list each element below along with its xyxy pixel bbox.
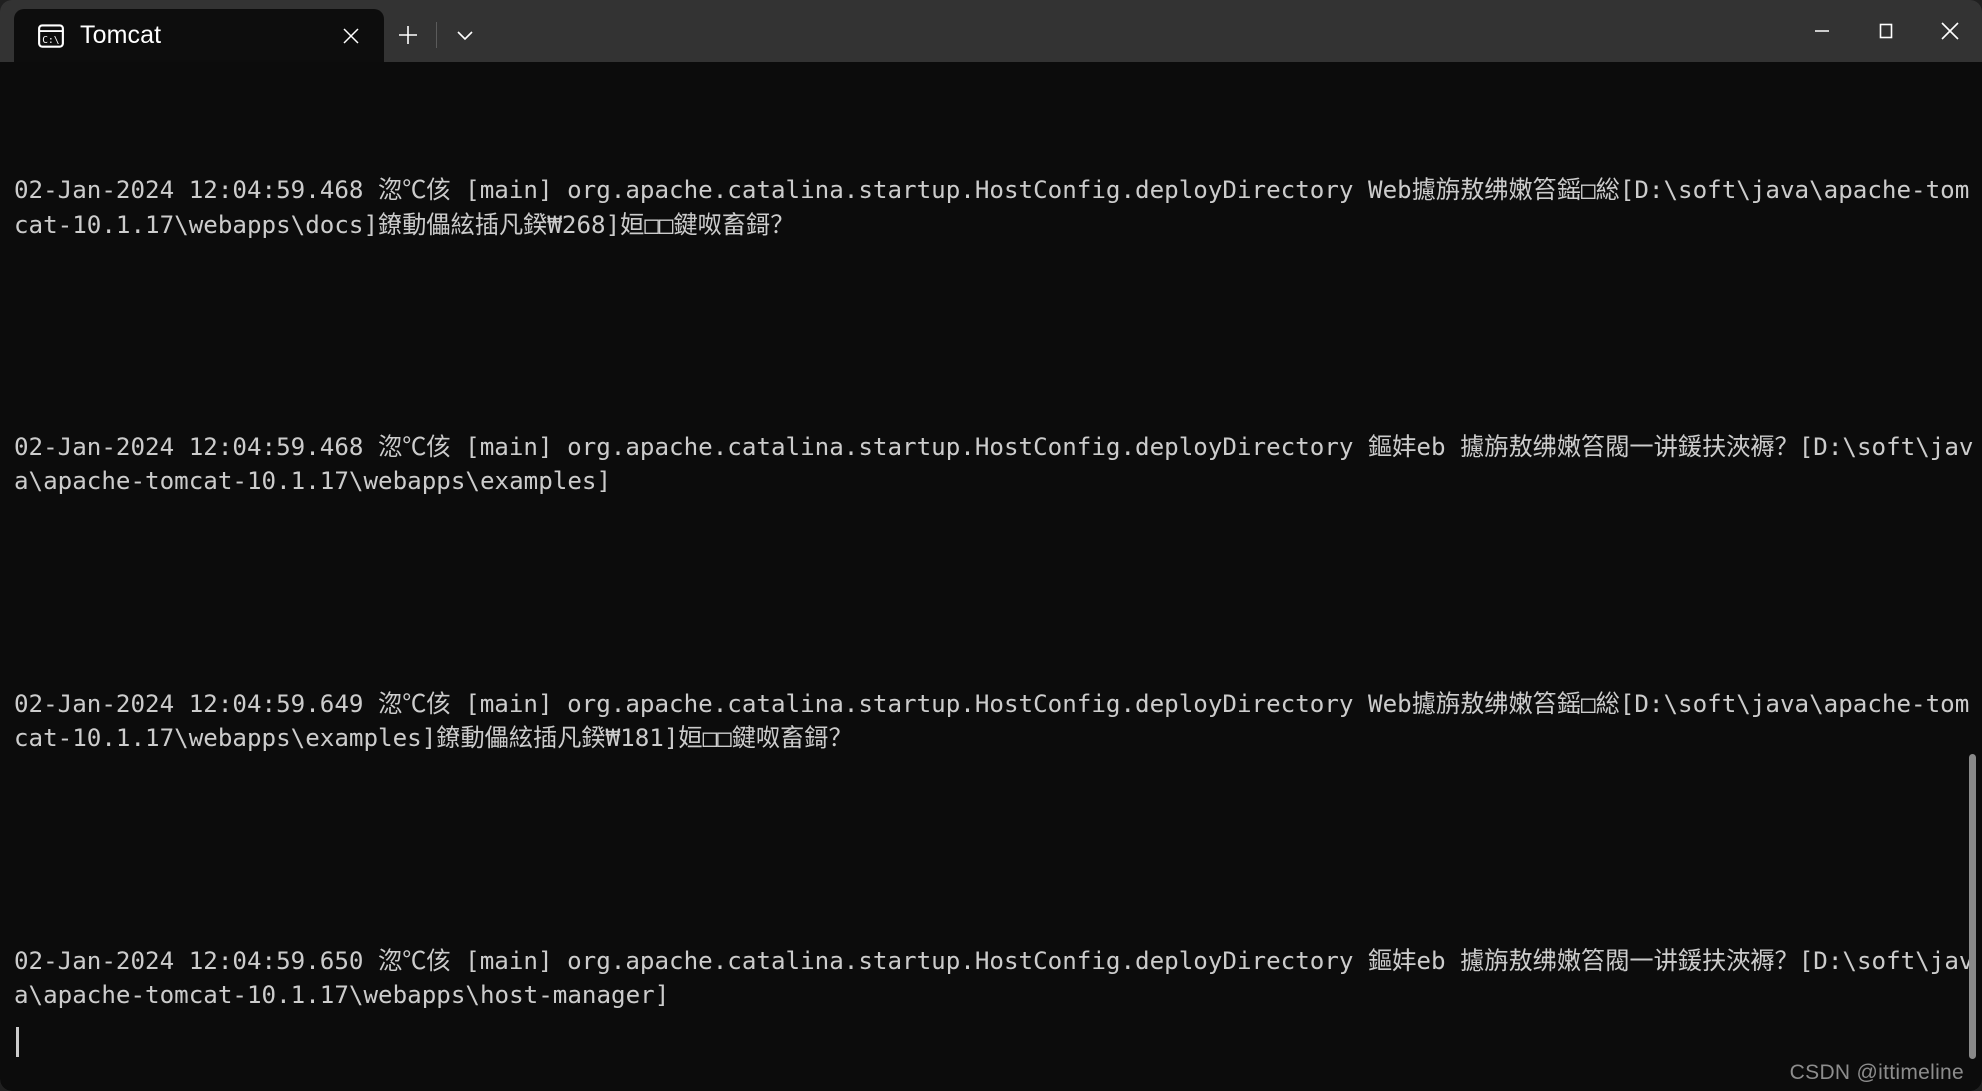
log-spacer (14, 568, 1982, 584)
minimize-button[interactable] (1790, 0, 1854, 62)
tab-title: Tomcat (80, 23, 162, 48)
log-line: 02-Jan-2024 12:04:59.650 淴℃侅 [main] org.… (14, 946, 1974, 1010)
title-bar: C:\ Tomcat (0, 0, 1982, 62)
command-prompt-icon: C:\ (36, 21, 66, 51)
csdn-watermark: CSDN @ittimeline (1789, 1061, 1964, 1084)
close-window-button[interactable] (1918, 0, 1982, 62)
terminal-window: C:\ Tomcat 02-Jan-2024 12:04:59.468 淴℃侅 … (0, 0, 1982, 1091)
log-spacer (14, 311, 1982, 327)
tab-close-icon[interactable] (334, 19, 368, 53)
log-line: 02-Jan-2024 12:04:59.468 淴℃侅 [main] org.… (14, 433, 1974, 496)
maximize-button[interactable] (1854, 0, 1918, 62)
new-tab-button[interactable] (386, 13, 430, 57)
text-cursor (16, 1027, 19, 1057)
terminal-pane[interactable]: 02-Jan-2024 12:04:59.468 淴℃侅 [main] org.… (0, 62, 1982, 1091)
svg-text:C:\: C:\ (42, 34, 59, 45)
scrollbar-thumb[interactable] (1969, 754, 1976, 1059)
tab-bar-separator (436, 22, 437, 48)
window-controls (1790, 0, 1982, 62)
tab-tomcat[interactable]: C:\ Tomcat (14, 9, 384, 62)
log-line: 02-Jan-2024 12:04:59.649 淴℃侅 [main] org.… (14, 689, 1970, 753)
log-spacer (14, 825, 1982, 841)
terminal-output: 02-Jan-2024 12:04:59.468 淴℃侅 [main] org.… (14, 70, 1982, 1091)
log-line: 02-Jan-2024 12:04:59.468 淴℃侅 [main] org.… (14, 176, 1970, 239)
chevron-down-icon[interactable] (443, 13, 487, 57)
log-spacer (14, 1081, 1982, 1091)
tab-strip: C:\ Tomcat (0, 0, 489, 62)
terminal-scrollbar[interactable] (1966, 64, 1976, 1089)
